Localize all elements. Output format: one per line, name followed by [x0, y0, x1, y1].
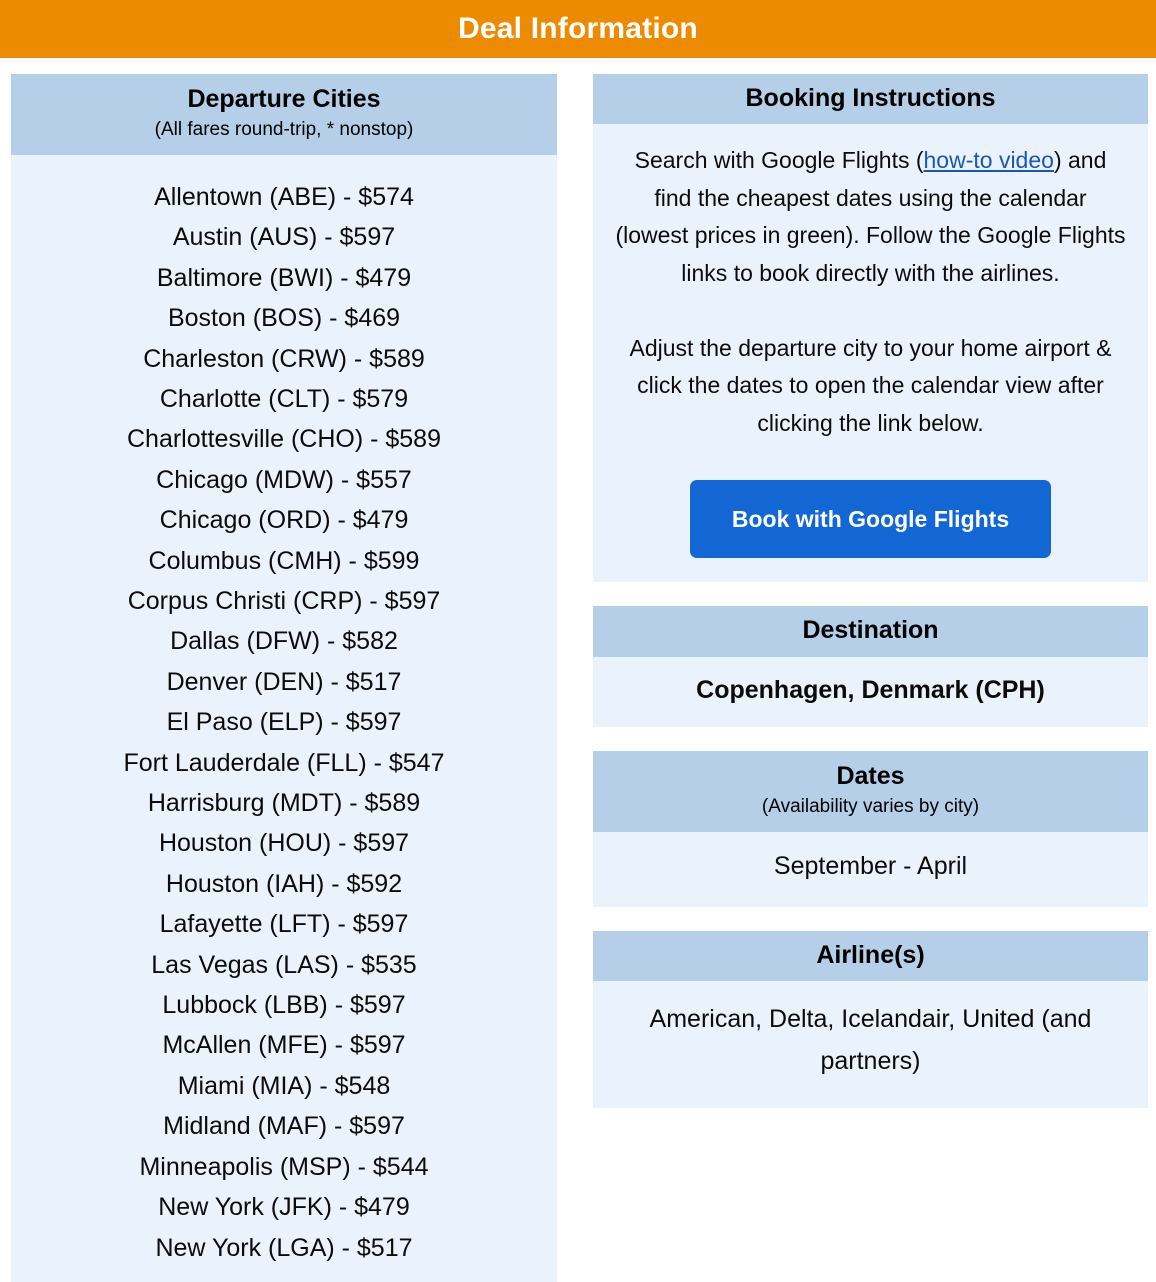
departure-cities-subtitle: (All fares round-trip, * nonstop) [154, 119, 414, 141]
airlines-header: Airline(s) [593, 930, 1148, 981]
departure-city-item: Minneapolis (MSP) - $544 [139, 1152, 429, 1181]
departure-city-item: Harrisburg (MDT) - $589 [147, 789, 421, 818]
destination-header: Destination [593, 606, 1148, 657]
booking-instructions-title: Booking Instructions [745, 84, 996, 112]
dates-title: Dates [836, 761, 905, 790]
book-with-google-flights-button[interactable]: Book with Google Flights [689, 480, 1052, 559]
departure-city-item: Allentown (ABE) - $574 [154, 182, 414, 211]
departure-city-item: Houston (IAH) - $592 [165, 869, 403, 898]
departure-cities-header: Departure Cities (All fares round-trip, … [11, 74, 557, 155]
departure-city-item: Fort Lauderdale (FLL) - $547 [123, 748, 445, 777]
right-column: Booking Instructions Search with Google … [593, 74, 1148, 1108]
booking-text-before-link: Search with Google Flights ( [634, 147, 924, 174]
page-title: Deal Information [458, 12, 698, 45]
booking-paragraph-2: Adjust the departure city to your home a… [629, 334, 1112, 436]
dates-panel: Dates (Availability varies by city) Sept… [593, 750, 1148, 907]
departure-cities-list: Allentown (ABE) - $574 Austin (AUS) - $59… [11, 154, 557, 1282]
booking-instructions-body: Search with Google Flights (how-to video… [593, 124, 1148, 583]
destination-value: Copenhagen, Denmark (CPH) [593, 656, 1148, 727]
departure-city-item: Houston (HOU) - $597 [158, 829, 410, 858]
departure-city-item: Dallas (DFW) - $582 [170, 627, 398, 656]
departure-city-item: Lafayette (LFT) - $597 [159, 910, 409, 939]
main-content: Departure Cities (All fares round-trip, … [0, 58, 1156, 1282]
airlines-panel: Airline(s) American, Delta, Icelandair, … [593, 930, 1148, 1108]
departure-city-item: Chicago (MDW) - $557 [156, 465, 412, 494]
booking-instructions-panel: Booking Instructions Search with Google … [593, 74, 1148, 583]
book-button-wrapper: Book with Google Flights [615, 480, 1126, 559]
departure-city-item: Miami (MIA) - $548 [177, 1071, 391, 1100]
departure-city-item: Corpus Christi (CRP) - $597 [127, 587, 441, 615]
airlines-value: American, Delta, Icelandair, United (and… [593, 980, 1148, 1108]
departure-city-item: Charlotte (CLT) - $579 [159, 384, 409, 413]
departure-city-item: Charleston (CRW) - $589 [143, 344, 425, 373]
departure-city-item: Charlottesville (CHO) - $589 [127, 425, 441, 454]
departure-city-item: Chicago (ORD) - $479 [159, 506, 409, 535]
airlines-title: Airline(s) [816, 940, 925, 969]
departure-city-item: McAllen (MFE) - $597 [162, 1031, 406, 1060]
booking-instructions-header: Booking Instructions [593, 74, 1148, 125]
departure-city-item: Las Vegas (LAS) - $535 [151, 950, 417, 979]
departure-city-item: Denver (DEN) - $517 [166, 667, 402, 696]
destination-title: Destination [802, 616, 939, 645]
dates-header: Dates (Availability varies by city) [593, 750, 1148, 832]
departure-city-item: New York (LGA) - $517 [155, 1233, 413, 1262]
departure-city-item: Boston (BOS) - $469 [167, 304, 401, 333]
departure-cities-panel: Departure Cities (All fares round-trip, … [11, 74, 557, 1282]
dates-subtitle: (Availability varies by city) [761, 795, 980, 817]
departure-city-item: Baltimore (BWI) - $479 [156, 263, 412, 292]
departure-cities-title: Departure Cities [187, 85, 381, 113]
departure-city-item: Austin (AUS) - $597 [172, 223, 396, 252]
departure-city-item: Columbus (CMH) - $599 [148, 546, 420, 575]
how-to-video-link[interactable]: how-to video [924, 147, 1054, 173]
departure-city-item: Midland (MAF) - $597 [163, 1112, 405, 1141]
departure-city-item: New York (JFK) - $479 [158, 1193, 410, 1222]
booking-paragraph-1: Search with Google Flights (how-to video… [615, 142, 1126, 292]
deal-information-header: Deal Information [0, 0, 1156, 58]
departure-city-item: El Paso (ELP) - $597 [166, 708, 402, 737]
dates-value: September - April [593, 831, 1148, 907]
departure-city-item: Lubbock (LBB) - $597 [162, 991, 406, 1020]
left-column: Departure Cities (All fares round-trip, … [11, 74, 557, 1282]
destination-panel: Destination Copenhagen, Denmark (CPH) [593, 606, 1148, 727]
